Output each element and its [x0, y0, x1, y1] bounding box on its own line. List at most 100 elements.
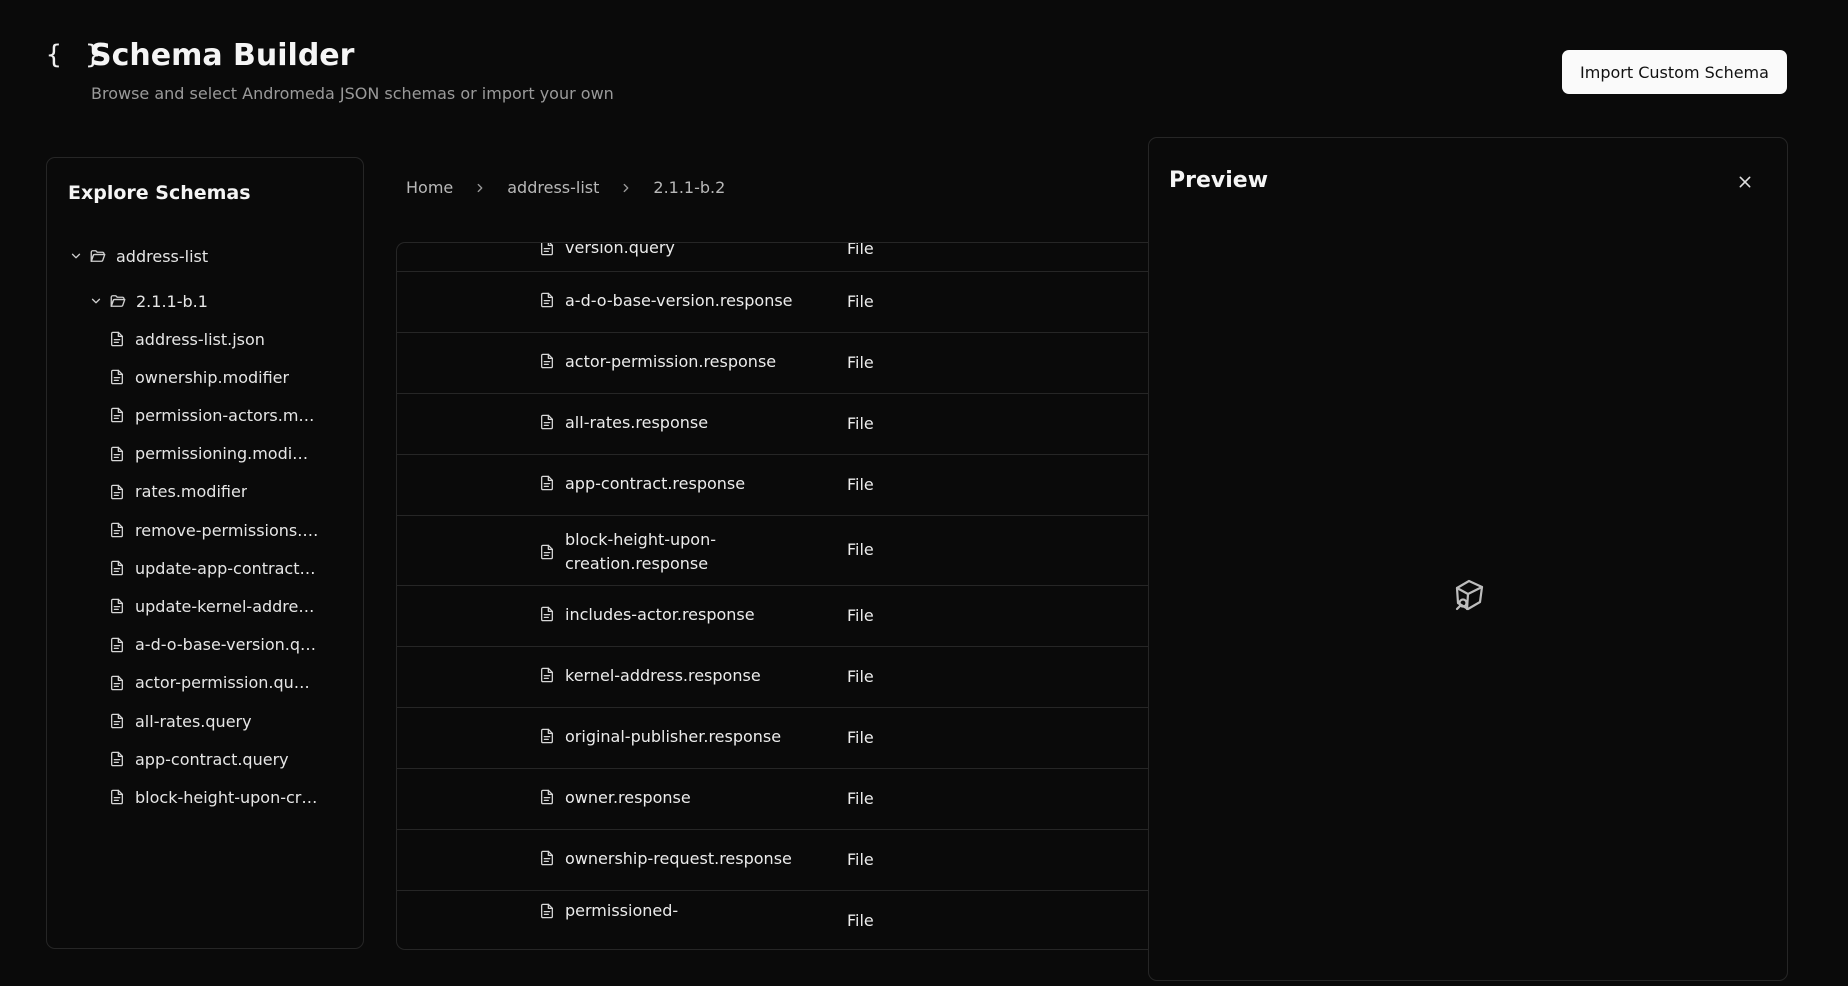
tree-file-label: remove-permissions.…	[135, 520, 319, 540]
tree-file-label: block-height-upon-cr…	[135, 787, 318, 807]
tree-file-item[interactable]: address-list.json	[109, 324, 339, 354]
file-icon	[109, 788, 125, 806]
tree-file-item[interactable]: update-app-contract…	[109, 553, 339, 583]
close-icon[interactable]	[1733, 170, 1757, 194]
table-row[interactable]: a-d-o-base-version.response File	[397, 271, 1156, 333]
breadcrumb-home[interactable]: Home	[406, 178, 453, 197]
tree-file-item[interactable]: rates.modifier	[109, 477, 339, 507]
file-icon	[539, 243, 565, 257]
tree-file-label: a-d-o-base-version.q…	[135, 635, 316, 655]
row-type: File	[847, 413, 874, 433]
row-name: actor-permission.response	[539, 352, 776, 371]
tree-file-item[interactable]: permissioning.modi…	[109, 439, 339, 469]
table-row[interactable]: permissioned- File	[397, 890, 1156, 949]
table-row[interactable]: original-publisher.response File	[397, 707, 1156, 769]
tree-file-label: app-contract.query	[135, 749, 289, 769]
row-name: a-d-o-base-version.response	[539, 291, 793, 310]
file-icon	[539, 666, 565, 684]
row-type: File	[847, 291, 874, 311]
tree-file-label: address-list.json	[135, 329, 265, 349]
explore-schemas-panel: Explore Schemas address-list 2.1.1-b.1 a…	[46, 157, 364, 949]
tree-file-item[interactable]: a-d-o-base-version.q…	[109, 630, 339, 660]
row-name: permissioned-	[539, 899, 759, 923]
tree-folder-address-list[interactable]: address-list	[69, 241, 208, 271]
row-type: File	[847, 605, 874, 625]
folder-open-icon	[110, 295, 126, 307]
row-name-label: actor-permission.response	[565, 351, 777, 371]
row-name: original-publisher.response	[539, 727, 781, 746]
file-icon	[109, 750, 125, 768]
row-name: version.query	[539, 242, 675, 257]
file-icon	[109, 597, 125, 615]
preview-panel: Preview	[1148, 137, 1788, 981]
tree-file-item[interactable]: block-height-upon-cr…	[109, 782, 339, 812]
row-type: File	[847, 849, 874, 869]
tree-folder-label: 2.1.1-b.1	[136, 291, 208, 311]
breadcrumb: Home address-list 2.1.1-b.2	[406, 178, 725, 197]
tree-file-item[interactable]: update-kernel-addre…	[109, 591, 339, 621]
tree-file-label: permission-actors.m…	[135, 405, 315, 425]
table-row[interactable]: ownership-request.response File	[397, 829, 1156, 891]
sidebar-title: Explore Schemas	[68, 182, 251, 204]
preview-title: Preview	[1169, 168, 1269, 193]
page-subtitle: Browse and select Andromeda JSON schemas…	[91, 84, 614, 103]
breadcrumb-version[interactable]: 2.1.1-b.2	[653, 178, 725, 197]
row-name-label: includes-actor.response	[565, 604, 755, 624]
tree-file-item[interactable]: permission-actors.m…	[109, 400, 339, 430]
file-table: version.query File a-d-o-base-version.resp…	[396, 242, 1156, 950]
tree-file-item[interactable]: actor-permission.qu…	[109, 668, 339, 698]
row-name-label: ownership-request.response	[565, 848, 792, 868]
row-name-label: a-d-o-base-version.response	[565, 290, 793, 310]
tree-file-item[interactable]: app-contract.query	[109, 744, 339, 774]
file-icon	[109, 406, 125, 424]
file-icon	[539, 543, 565, 561]
tree-file-item[interactable]: ownership.modifier	[109, 362, 339, 392]
row-type: File	[847, 666, 874, 686]
file-icon	[109, 636, 125, 654]
tree-file-item[interactable]: all-rates.query	[109, 706, 339, 736]
row-type: File	[847, 540, 874, 559]
row-name: ownership-request.response	[539, 849, 792, 868]
file-icon	[539, 849, 565, 867]
file-icon	[109, 712, 125, 730]
table-row[interactable]: includes-actor.response File	[397, 585, 1156, 647]
table-row[interactable]: version.query File	[397, 242, 1156, 272]
row-name-label: all-rates.response	[565, 412, 709, 432]
chevron-right-icon	[473, 181, 487, 195]
row-name-label: permissioned-	[565, 900, 679, 920]
table-row[interactable]: app-contract.response File	[397, 454, 1156, 516]
table-row[interactable]: actor-permission.response File	[397, 332, 1156, 394]
file-icon	[539, 474, 565, 492]
row-name-label: app-contract.response	[565, 473, 746, 493]
file-icon	[109, 674, 125, 692]
chevron-down-icon	[91, 298, 101, 304]
page-title: Schema Builder	[90, 38, 355, 73]
row-name: includes-actor.response	[539, 605, 755, 624]
tree-file-label: ownership.modifier	[135, 367, 290, 387]
row-name-label: kernel-address.response	[565, 665, 761, 685]
row-name-label: version.query	[565, 242, 675, 257]
row-name: kernel-address.response	[539, 666, 761, 685]
row-type: File	[847, 242, 874, 258]
import-custom-schema-button[interactable]: Import Custom Schema	[1562, 50, 1787, 94]
table-row[interactable]: kernel-address.response File	[397, 646, 1156, 708]
row-type: File	[847, 352, 874, 372]
chevron-right-icon	[619, 181, 633, 195]
row-name-label: block-height-upon-creation.response	[565, 530, 716, 573]
tree-file-item[interactable]: remove-permissions.…	[109, 515, 339, 545]
row-name: all-rates.response	[539, 413, 708, 432]
file-icon	[539, 605, 565, 623]
row-name: owner.response	[539, 788, 691, 807]
table-row[interactable]: owner.response File	[397, 768, 1156, 830]
row-name: app-contract.response	[539, 474, 745, 493]
tree-folder-version[interactable]: 2.1.1-b.1	[89, 286, 208, 316]
file-icon	[539, 291, 565, 309]
file-icon	[109, 559, 125, 577]
file-icon	[539, 413, 565, 431]
tree-file-label: permissioning.modi…	[135, 444, 309, 464]
table-row[interactable]: all-rates.response File	[397, 393, 1156, 455]
table-row[interactable]: block-height-upon-creation.response File	[397, 515, 1156, 586]
breadcrumb-address-list[interactable]: address-list	[507, 178, 599, 197]
row-type: File	[847, 788, 874, 808]
tree-file-label: actor-permission.qu…	[135, 673, 310, 693]
